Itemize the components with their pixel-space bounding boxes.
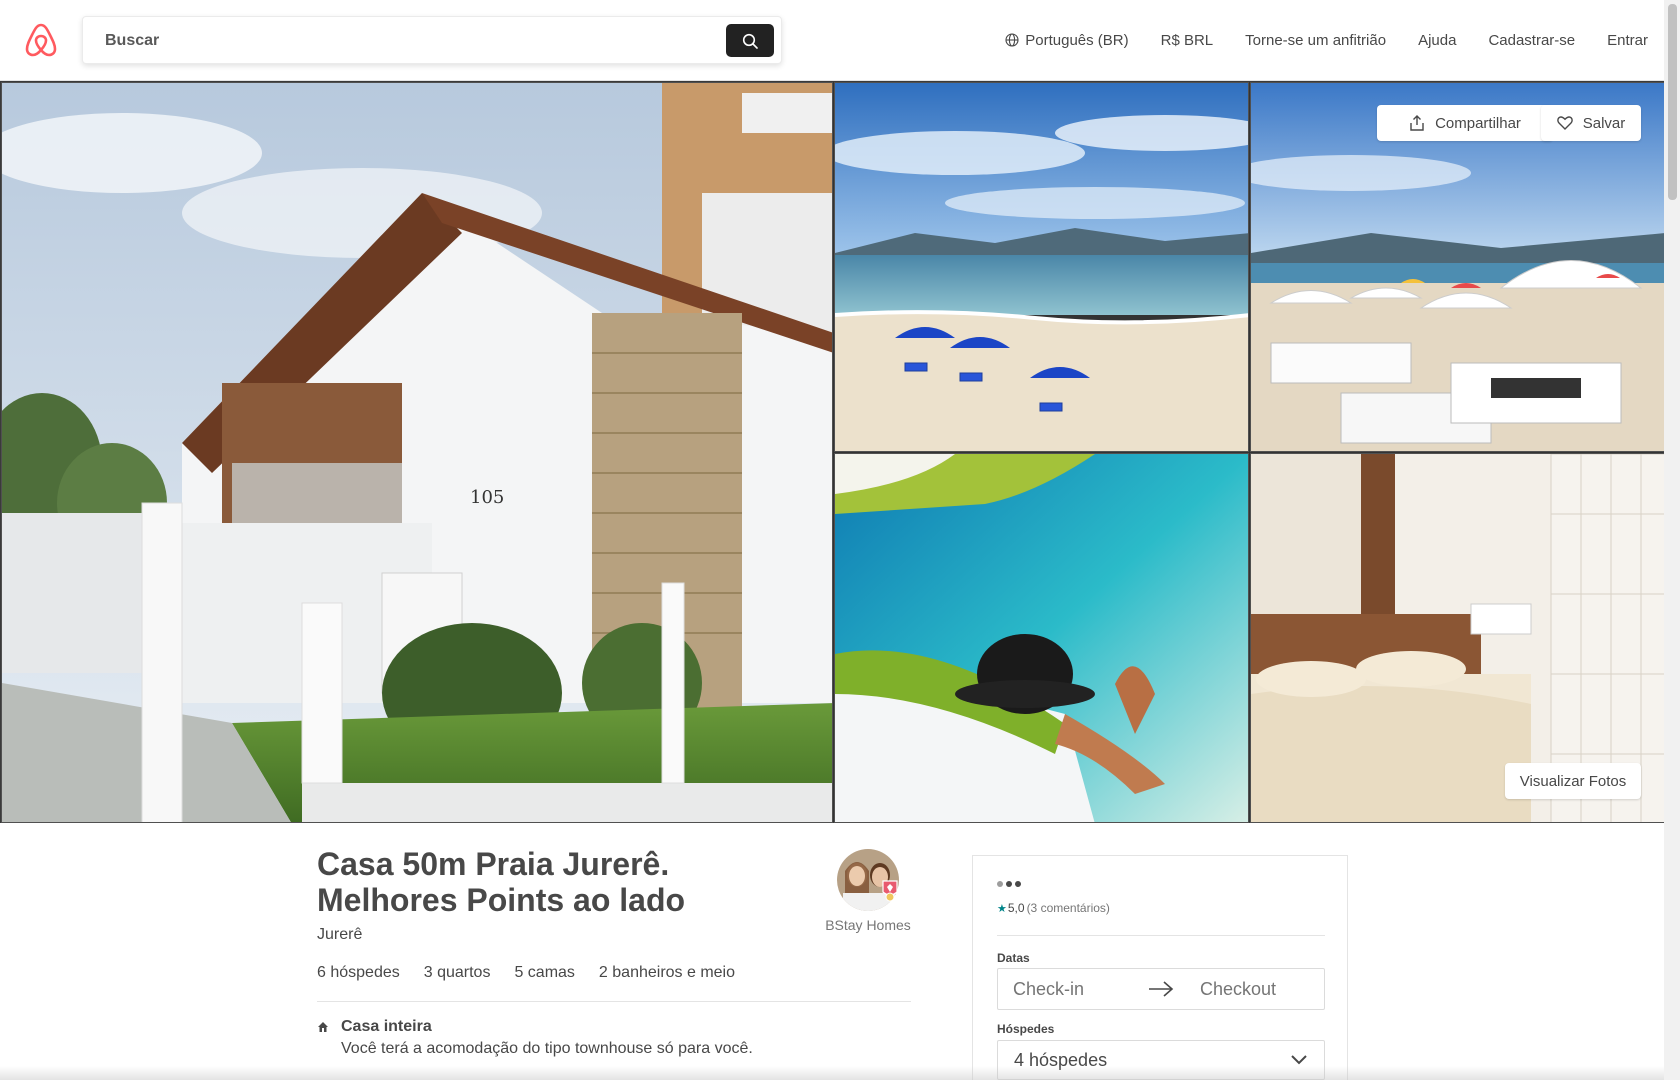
home-icon xyxy=(317,1020,329,1032)
save-label: Salvar xyxy=(1582,114,1626,132)
svg-text:105: 105 xyxy=(470,487,504,508)
listing-summary: 6 hóspedes 3 quartos 5 camas 2 banheiros… xyxy=(317,964,759,982)
share-icon xyxy=(1410,115,1424,131)
loading-dots-icon xyxy=(997,881,1024,887)
scrollbar-thumb[interactable] xyxy=(1668,4,1677,200)
signup-link[interactable]: Cadastrar-se xyxy=(1488,32,1575,49)
rating-summary[interactable]: ★ 5,0 (3 comentários) xyxy=(997,901,1110,915)
bath-count: 2 banheiros e meio xyxy=(598,964,736,981)
feature-description: Você terá a acomodação do tipo townhouse… xyxy=(341,1040,753,1057)
loading-dot xyxy=(1015,881,1021,887)
bed-count: 5 camas xyxy=(514,964,575,981)
language-selector[interactable]: Português (BR) xyxy=(1005,31,1129,49)
loading-dot xyxy=(1006,881,1012,887)
login-link[interactable]: Entrar xyxy=(1607,32,1648,49)
guest-count: 6 hóspedes xyxy=(317,964,400,981)
date-range-picker: Check-in Checkout xyxy=(997,968,1325,1010)
heart-icon xyxy=(1556,116,1573,130)
globe-icon xyxy=(1005,33,1019,47)
vertical-scrollbar[interactable] xyxy=(1664,0,1680,1080)
listing-title: Casa 50m Praia Jurerê. Melhores Points a… xyxy=(317,846,686,918)
arrow-right-icon xyxy=(1148,980,1174,1003)
rating-value: 5,0 xyxy=(1007,901,1025,915)
host-name[interactable]: BStay Homes xyxy=(818,917,918,933)
photo-house-exterior[interactable]: 105 xyxy=(1,82,833,823)
dates-label: Datas xyxy=(997,951,1030,965)
checkin-field[interactable]: Check-in xyxy=(1013,979,1084,1000)
viewport-bottom-shade xyxy=(0,1066,1664,1080)
checkout-field[interactable]: Checkout xyxy=(1200,979,1276,1000)
booking-card: ★ 5,0 (3 comentários) Datas Check-in Che… xyxy=(972,855,1348,1080)
photo-grid: 105 xyxy=(0,81,1665,823)
save-button[interactable]: Salvar xyxy=(1541,105,1641,141)
feature-title: Casa inteira xyxy=(341,1018,432,1035)
bedroom-count: 3 quartos xyxy=(423,964,491,981)
language-label: Português (BR) xyxy=(1025,31,1129,49)
guests-label: Hóspedes xyxy=(997,1022,1055,1036)
top-header: Português (BR) R$ BRL Torne-se um anfitr… xyxy=(0,0,1664,81)
listing-location[interactable]: Jurerê xyxy=(317,926,362,944)
card-divider xyxy=(997,935,1325,936)
become-host-link[interactable]: Torne-se um anfitrião xyxy=(1245,32,1386,49)
loading-dot xyxy=(997,881,1003,887)
currency-selector[interactable]: R$ BRL xyxy=(1161,32,1214,49)
section-divider xyxy=(317,1001,911,1002)
search-button[interactable] xyxy=(726,24,774,57)
superhost-badge-icon xyxy=(881,880,899,902)
view-photos-button[interactable]: Visualizar Fotos xyxy=(1505,763,1641,799)
search-input[interactable] xyxy=(105,30,705,52)
share-label: Compartilhar xyxy=(1435,114,1521,132)
photo-beach-umbrellas[interactable] xyxy=(834,82,1249,452)
share-button[interactable]: Compartilhar xyxy=(1377,105,1553,141)
search-icon xyxy=(742,33,758,49)
help-link[interactable]: Ajuda xyxy=(1418,32,1456,49)
star-icon: ★ xyxy=(997,902,1007,915)
review-count: (3 comentários) xyxy=(1026,901,1110,915)
photo-sunbathing[interactable] xyxy=(834,453,1249,823)
main-nav: Português (BR) R$ BRL Torne-se um anfitr… xyxy=(973,0,1648,80)
airbnb-logo-icon[interactable] xyxy=(24,22,58,58)
search-bar xyxy=(82,16,782,64)
